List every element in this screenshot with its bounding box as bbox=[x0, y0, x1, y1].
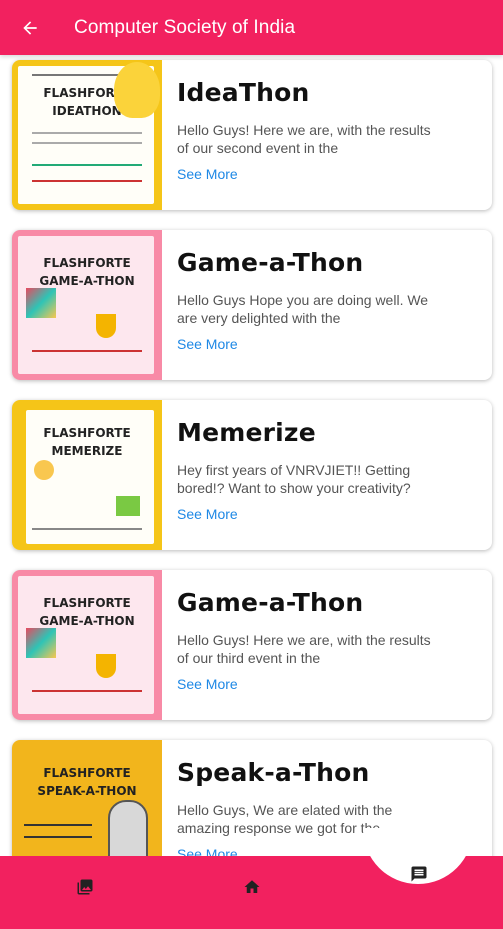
home-icon bbox=[244, 880, 260, 893]
event-title: Speak-a-Thon bbox=[177, 758, 370, 787]
event-poster-thumbnail: FLASHFORTE GAME-A-THON bbox=[12, 230, 162, 380]
back-button[interactable] bbox=[0, 0, 60, 55]
gallery-icon bbox=[77, 879, 93, 895]
see-more-link[interactable]: See More bbox=[177, 166, 238, 182]
poster-subheading: GAME-A-THON bbox=[39, 274, 135, 288]
cube-icon bbox=[26, 288, 56, 318]
event-card[interactable]: FLASHFORTE IDEATHON IdeaThon Hello Guys!… bbox=[12, 60, 492, 210]
poster-heading: FLASHFORTE bbox=[43, 256, 131, 270]
page-title: Computer Society of India bbox=[74, 16, 296, 38]
event-card[interactable]: FLASHFORTE GAME-A-THON Game-a-Thon Hello… bbox=[12, 570, 492, 720]
poster-subheading: SPEAK-A-THON bbox=[37, 784, 137, 798]
smiley-icon bbox=[34, 460, 54, 480]
event-title: Game-a-Thon bbox=[177, 248, 364, 277]
event-title: IdeaThon bbox=[177, 78, 310, 107]
message-icon bbox=[411, 866, 427, 882]
event-title: Memerize bbox=[177, 418, 316, 447]
event-description: Hello Guys Hope you are doing well. We a… bbox=[177, 292, 429, 326]
see-more-link[interactable]: See More bbox=[177, 676, 238, 692]
see-more-link[interactable]: See More bbox=[177, 506, 238, 522]
event-poster-thumbnail: FLASHFORTE IDEATHON bbox=[12, 60, 162, 210]
cube-icon bbox=[26, 628, 56, 658]
event-card[interactable]: FLASHFORTE MEMERIZE Memerize Hey first y… bbox=[12, 400, 492, 550]
microphone-icon bbox=[108, 800, 148, 864]
event-description: Hello Guys! Here we are, with the result… bbox=[177, 122, 431, 156]
trophy-icon bbox=[96, 654, 116, 678]
event-description: Hello Guys! Here we are, with the result… bbox=[177, 632, 431, 666]
trophy-icon bbox=[96, 314, 116, 338]
arrow-back-icon bbox=[23, 20, 37, 35]
nav-gallery-button[interactable] bbox=[70, 872, 100, 902]
poster-subheading: GAME-A-THON bbox=[39, 614, 135, 628]
nav-home-button[interactable] bbox=[237, 872, 267, 902]
bulb-icon bbox=[114, 62, 160, 118]
app-bar: Computer Society of India bbox=[0, 0, 503, 55]
event-description: Hey first years of VNRVJIET!! Getting bo… bbox=[177, 462, 411, 496]
win-badge-icon bbox=[116, 496, 140, 516]
event-poster-thumbnail: FLASHFORTE MEMERIZE bbox=[12, 400, 162, 550]
poster-subheading: MEMERIZE bbox=[51, 444, 123, 458]
poster-heading: FLASHFORTE bbox=[43, 596, 131, 610]
event-title: Game-a-Thon bbox=[177, 588, 364, 617]
bottom-navigation bbox=[0, 828, 503, 929]
nav-message-button[interactable] bbox=[406, 861, 432, 887]
see-more-link[interactable]: See More bbox=[177, 336, 238, 352]
poster-heading: FLASHFORTE bbox=[43, 766, 131, 780]
event-poster-thumbnail: FLASHFORTE GAME-A-THON bbox=[12, 570, 162, 720]
event-card[interactable]: FLASHFORTE GAME-A-THON Game-a-Thon Hello… bbox=[12, 230, 492, 380]
event-list[interactable]: FLASHFORTE IDEATHON IdeaThon Hello Guys!… bbox=[0, 55, 503, 929]
poster-heading: FLASHFORTE bbox=[43, 426, 131, 440]
